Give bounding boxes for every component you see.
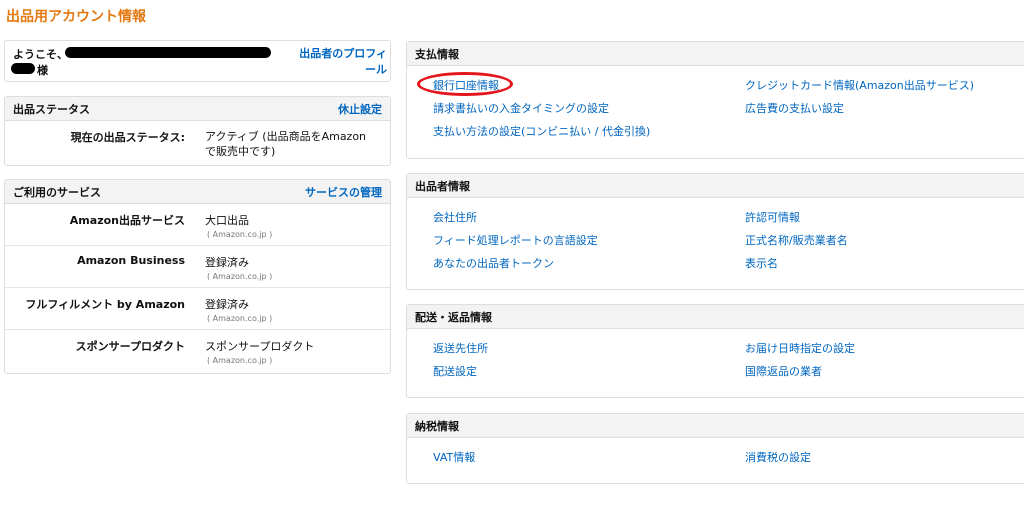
listing-status-panel: 出品ステータス 休止設定 現在の出品ステータス: アクティブ (出品商品をAma… [4,96,391,166]
ad-payment-link[interactable]: 広告費の支払い設定 [745,97,974,120]
welcome-honorific: 様 [37,64,48,77]
status-title: 出品ステータス [13,102,90,116]
feed-report-language-link[interactable]: フィード処理レポートの言語設定 [433,229,598,252]
payment-info-panel: 支払情報 銀行口座情報 請求書払いの入金タイミングの設定 支払い方法の設定(コン… [406,41,1024,159]
redacted-name [65,47,271,58]
return-address-link[interactable]: 返送先住所 [433,337,488,360]
service-name: スポンサープロダクト [75,340,185,353]
seller-info-panel: 出品者情報 会社住所 フィード処理レポートの言語設定 あなたの出品者トークン 許… [406,173,1024,290]
seller-title: 出品者情報 [415,179,470,193]
manage-services-link[interactable]: サービスの管理 [305,184,382,200]
display-name-link[interactable]: 表示名 [745,252,848,275]
services-title: ご利用のサービス [13,185,101,199]
bank-account-link[interactable]: 銀行口座情報 [433,74,650,97]
tax-title: 納税情報 [415,419,459,433]
service-marketplace: ( Amazon.co.jp ) [207,314,273,323]
shipping-returns-panel: 配送・返品情報 返送先住所 配送設定 お届け日時指定の設定 国際返品の業者 [406,304,1024,398]
invoice-deposit-timing-link[interactable]: 請求書払いの入金タイミングの設定 [433,97,650,120]
shipping-settings-link[interactable]: 配送設定 [433,360,488,383]
service-row: Amazon Business 登録済み ( Amazon.co.jp ) [5,246,390,288]
pause-settings-link[interactable]: 休止設定 [338,101,382,117]
service-name: フルフィルメント by Amazon [25,298,185,311]
license-info-link[interactable]: 許認可情報 [745,206,848,229]
service-marketplace: ( Amazon.co.jp ) [207,272,273,281]
delivery-date-settings-link[interactable]: お届け日時指定の設定 [745,337,855,360]
service-name: Amazon Business [77,254,185,267]
international-returns-link[interactable]: 国際返品の業者 [745,360,855,383]
service-value: スポンサープロダクト [205,340,315,353]
credit-card-link[interactable]: クレジットカード情報(Amazon出品サービス) [745,74,974,97]
redacted-name-2 [11,63,35,74]
consumption-tax-link[interactable]: 消費税の設定 [745,446,811,469]
page-title: 出品用アカウント情報 [6,9,146,25]
service-row: スポンサープロダクト スポンサープロダクト ( Amazon.co.jp ) [5,330,390,372]
seller-profile-link[interactable]: 出品者のプロフィール [291,46,387,78]
service-name: Amazon出品サービス [69,214,185,227]
service-value: 大口出品 [205,214,249,227]
service-row: Amazon出品サービス 大口出品 ( Amazon.co.jp ) [5,204,390,246]
company-address-link[interactable]: 会社住所 [433,206,598,229]
welcome-panel: ようこそ、 様 出品者のプロフィール [4,40,391,82]
service-value: 登録済み [205,298,249,311]
payment-title: 支払情報 [415,47,459,61]
payment-method-link[interactable]: 支払い方法の設定(コンビニ払い / 代金引換) [433,120,650,143]
tax-info-panel: 納税情報 VAT情報 消費税の設定 [406,413,1024,484]
service-row: フルフィルメント by Amazon 登録済み ( Amazon.co.jp ) [5,288,390,330]
legal-name-link[interactable]: 正式名称/販売業者名 [745,229,848,252]
status-value: アクティブ (出品商品をAmazonで販売中です) [205,130,367,158]
vat-info-link[interactable]: VAT情報 [433,446,475,469]
status-label: 現在の出品ステータス: [70,131,185,144]
seller-token-link[interactable]: あなたの出品者トークン [433,252,598,275]
shipping-title: 配送・返品情報 [415,310,492,324]
welcome-greeting: ようこそ、 [13,48,68,61]
service-marketplace: ( Amazon.co.jp ) [207,230,273,239]
service-marketplace: ( Amazon.co.jp ) [207,356,273,365]
services-panel: ご利用のサービス サービスの管理 Amazon出品サービス 大口出品 ( Amaz… [4,179,391,374]
service-value: 登録済み [205,256,249,269]
